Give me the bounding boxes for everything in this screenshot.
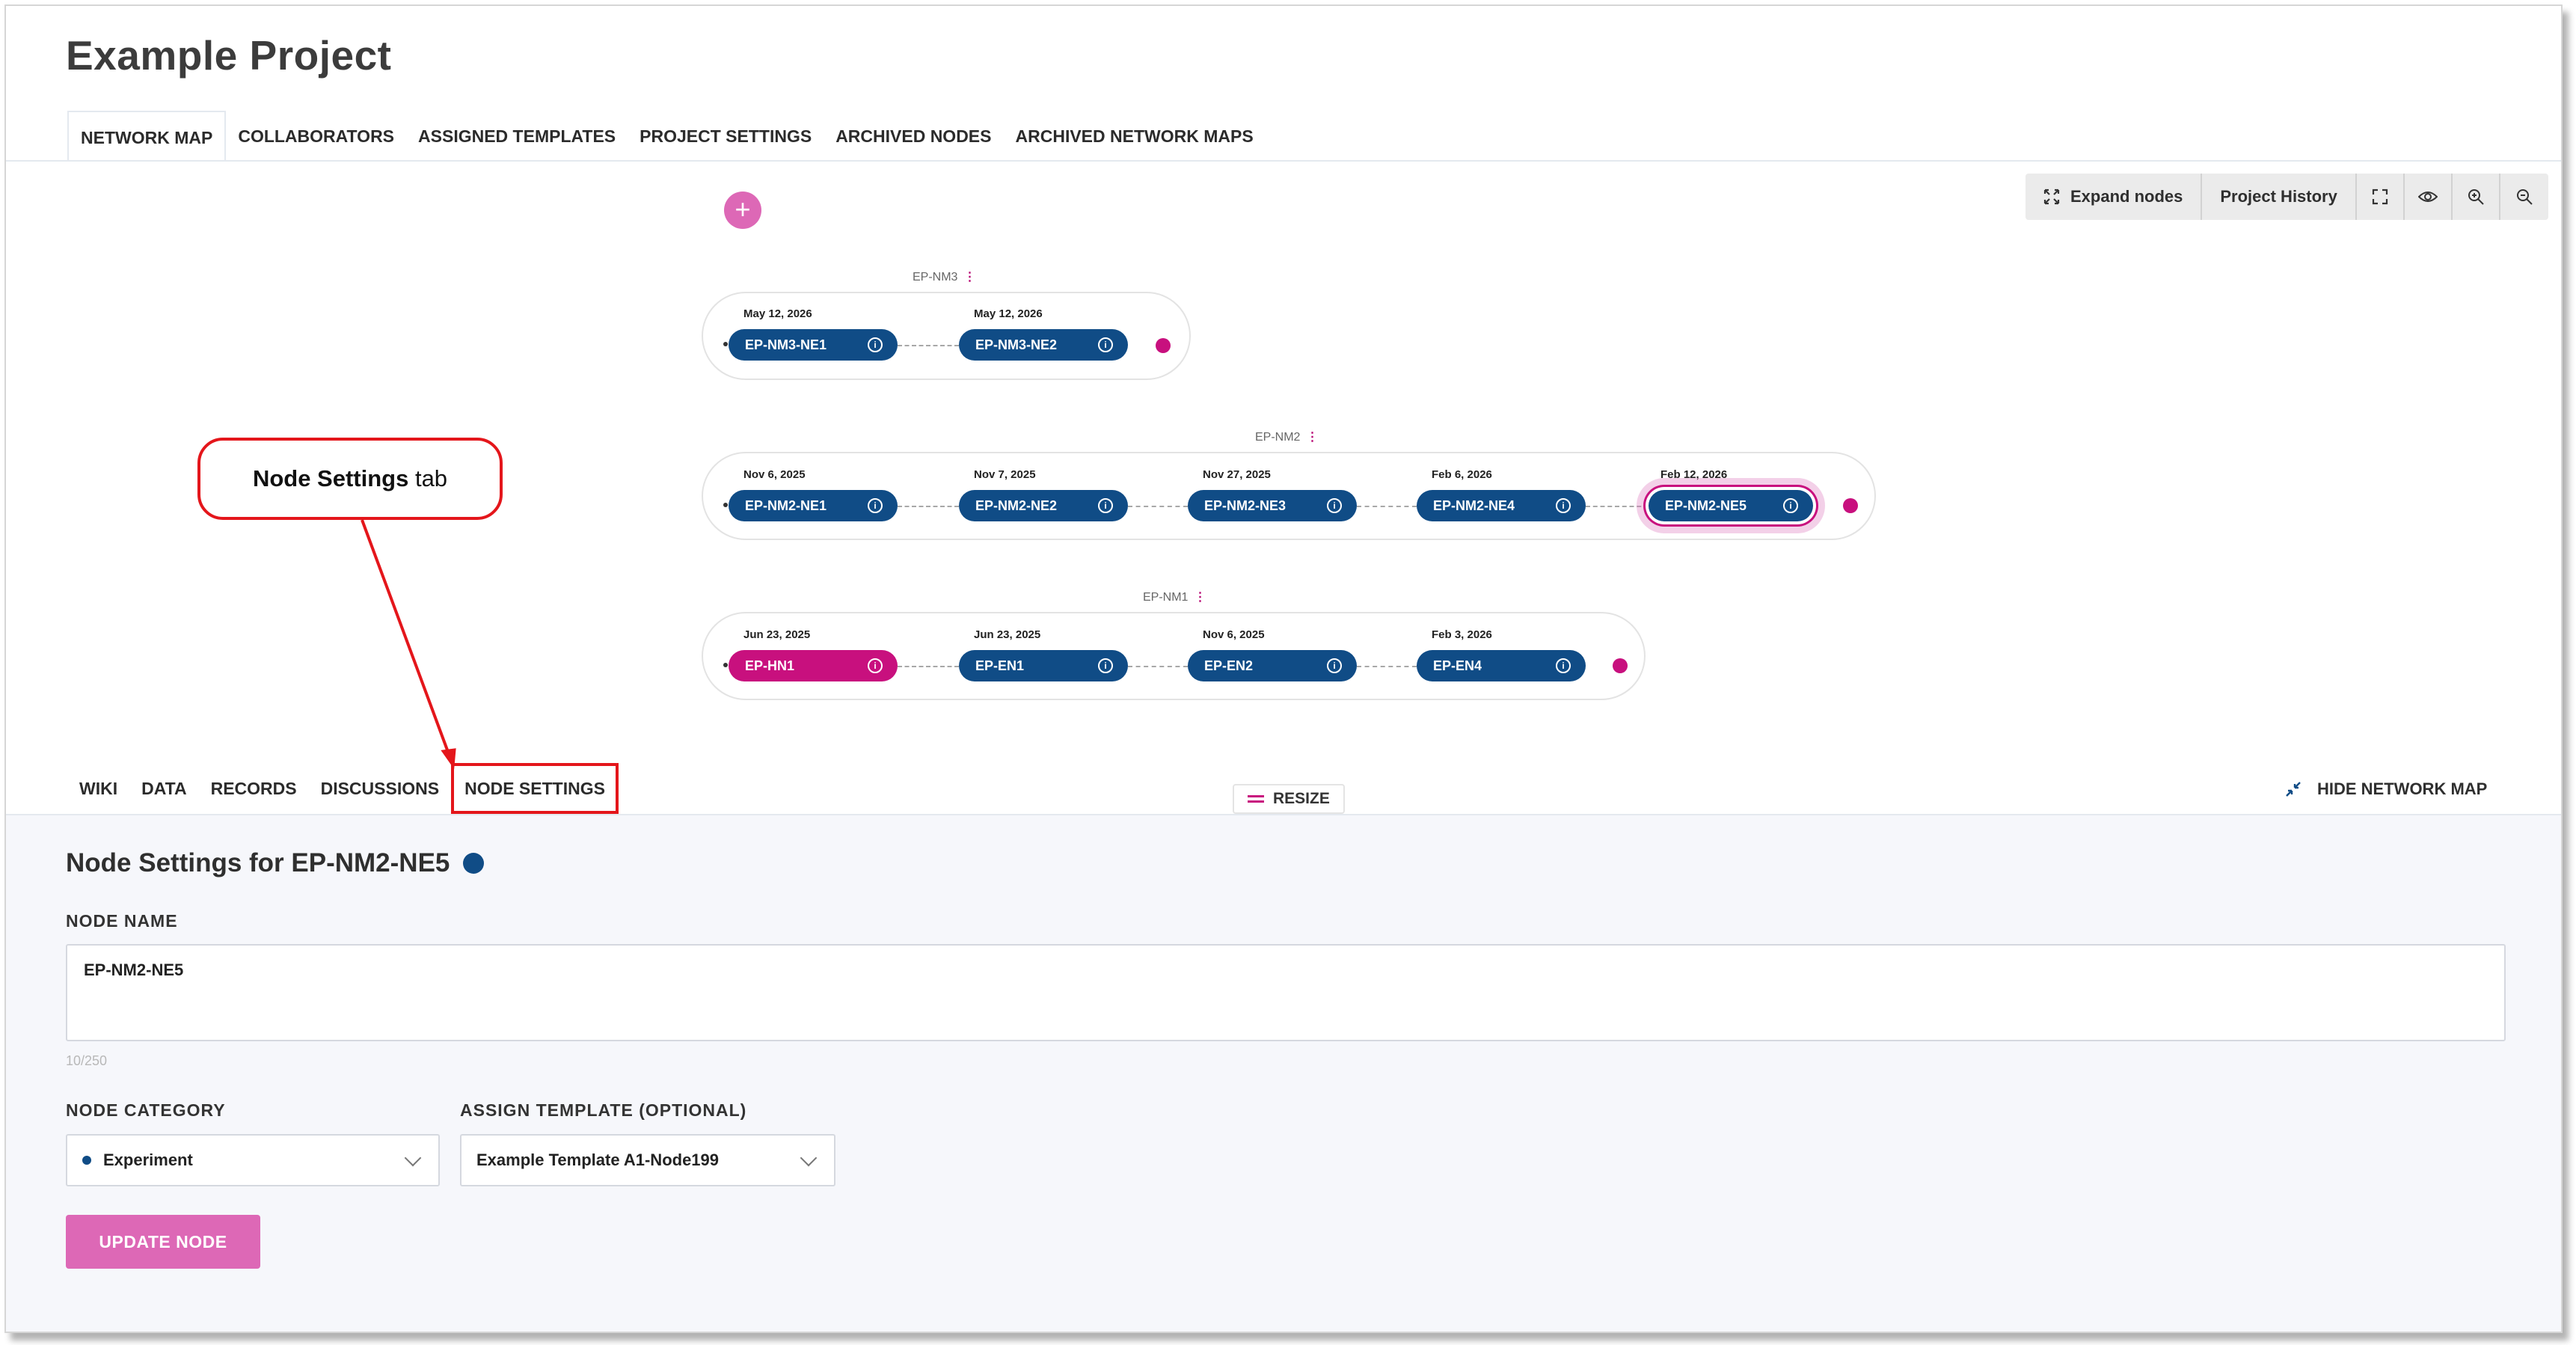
tab-data[interactable]: DATA xyxy=(129,763,198,814)
char-counter: 10/250 xyxy=(66,1053,108,1068)
category-dot xyxy=(82,1156,91,1165)
screenshot-root: Example Project NETWORK MAP COLLABORATOR… xyxy=(0,0,2576,1345)
node-name-input[interactable]: EP-NM2-NE5 xyxy=(66,944,2506,1041)
tab-wiki[interactable]: WIKI xyxy=(67,763,129,814)
update-node-button[interactable]: UPDATE NODE xyxy=(66,1215,260,1269)
tab-node-settings[interactable]: NODE SETTINGS xyxy=(451,763,619,814)
hide-network-map-button[interactable]: HIDE NETWORK MAP xyxy=(2284,779,2487,799)
collapse-arrows-icon xyxy=(2286,782,2301,797)
resize-label: RESIZE xyxy=(1273,790,1330,807)
tab-discussions[interactable]: DISCUSSIONS xyxy=(309,763,451,814)
node-category-value: Experiment xyxy=(103,1151,193,1169)
chevron-down-icon xyxy=(404,1149,422,1167)
hide-network-map-label: HIDE NETWORK MAP xyxy=(2317,779,2488,798)
node-detail-tabs: WIKI DATA RECORDS DISCUSSIONS NODE SETTI… xyxy=(67,763,619,814)
panel-title: Node Settings for EP-NM2-NE5 xyxy=(66,848,485,878)
tab-records[interactable]: RECORDS xyxy=(199,763,309,814)
node-name-label: NODE NAME xyxy=(66,911,178,931)
node-category-select[interactable]: Experiment xyxy=(66,1134,440,1186)
resize-button[interactable]: RESIZE xyxy=(1233,784,1345,814)
app-window: Example Project NETWORK MAP COLLABORATOR… xyxy=(4,4,2563,1333)
node-category-label: NODE CATEGORY xyxy=(66,1100,226,1120)
panel-title-text: Node Settings for EP-NM2-NE5 xyxy=(66,848,450,877)
resize-icon xyxy=(1248,795,1264,803)
assign-template-label: ASSIGN TEMPLATE (OPTIONAL) xyxy=(460,1100,747,1120)
chevron-down-icon xyxy=(800,1149,818,1167)
node-settings-panel xyxy=(6,814,2561,1332)
assign-template-value: Example Template A1-Node199 xyxy=(476,1151,720,1169)
annotation-arrow xyxy=(361,519,456,770)
assign-template-select[interactable]: Example Template A1-Node199 xyxy=(460,1134,835,1186)
category-color-dot xyxy=(463,853,485,874)
